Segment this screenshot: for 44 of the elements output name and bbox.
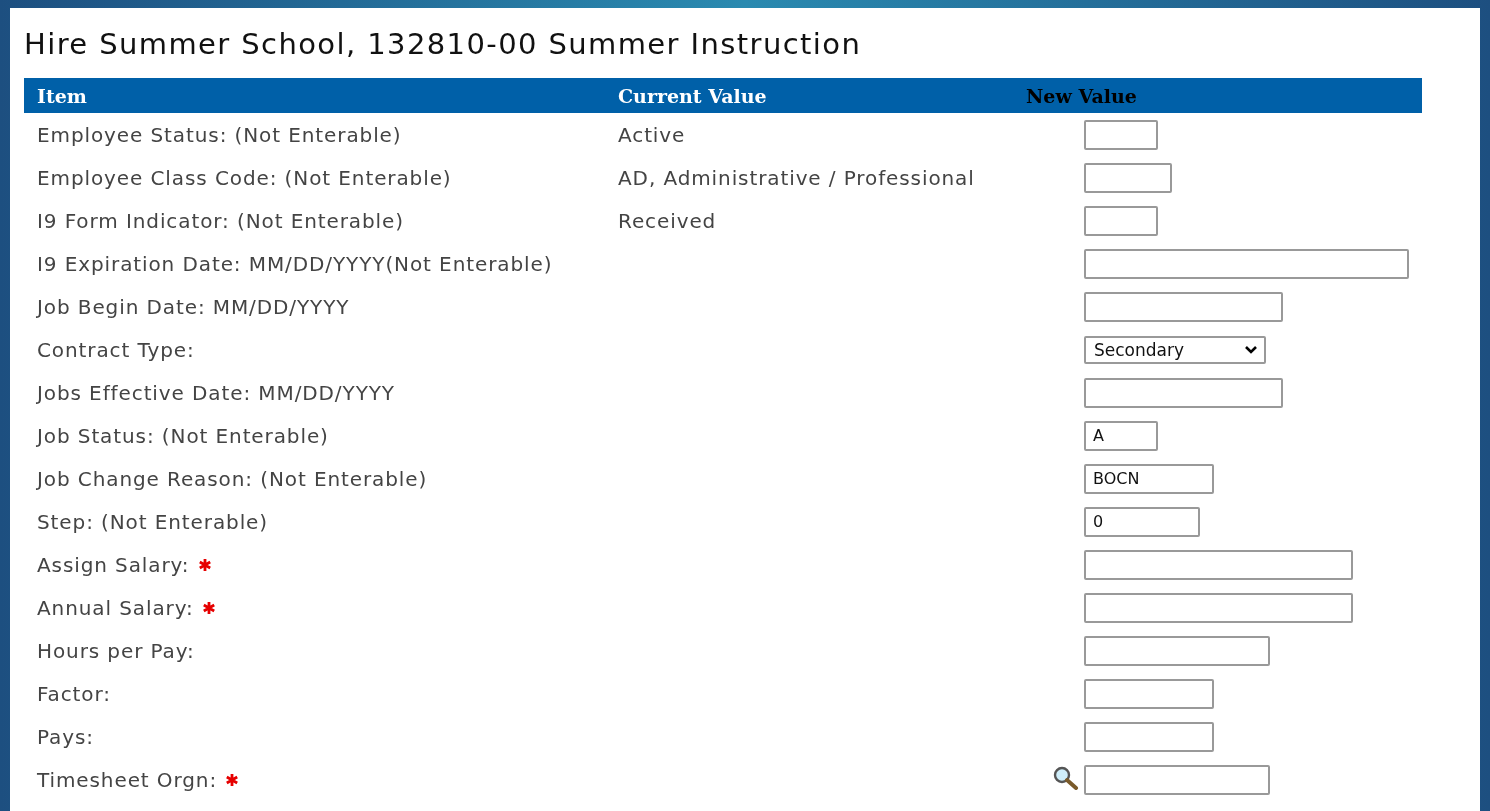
input-field[interactable] [1084,592,1353,623]
item-label: Employee Class Code: (Not Enterable) [36,165,452,190]
item-label: Hours per Pay: [36,638,195,663]
item-label: Timesheet Orgn: [24,767,240,792]
item-label: Job Begin Date: MM/DD/YYYY [35,294,350,319]
required-icon [201,600,216,615]
item-label: Employee Status: (Not Enterable) [36,122,402,147]
current-value: AD, Administrative / Professional [617,165,975,190]
input-field[interactable] [1084,721,1214,752]
required-icon [197,557,212,572]
item-label: Pays: [36,724,94,749]
page-title: Hire Summer School, 132810-00 Summer Instruction [24,26,863,62]
current-value: Active [617,122,686,147]
item-label: Job Status: (Not Enterable) [35,423,329,448]
item-label: Contract Type: [36,337,195,362]
item-label: I9 Expiration Date: MM/DD/YYYY(Not Enterable) [36,251,553,276]
item-label: Annual Salary: [24,595,216,620]
input-field[interactable] [1084,205,1158,236]
input-field[interactable] [1084,248,1409,279]
input-field[interactable]: BOCN [1084,463,1214,494]
item-label: Factor: [36,681,111,706]
item-label: I9 Form Indicator: (Not Enterable) [36,208,404,233]
current-value: Received [617,208,717,233]
search-icon[interactable] [1052,765,1080,790]
input-field[interactable] [1084,678,1214,709]
input-field[interactable] [1084,291,1283,322]
input-field[interactable] [1084,635,1270,666]
input-field[interactable] [1084,549,1353,580]
input-field[interactable] [1084,377,1283,408]
dropdown[interactable]: Secondary [1084,335,1266,364]
input-field[interactable] [1084,119,1158,150]
input-field[interactable] [1084,764,1270,795]
required-icon [225,772,240,787]
item-label: Assign Salary: [24,552,212,577]
column-header: Current Value [617,84,767,107]
item-label: Step: (Not Enterable) [36,509,269,534]
input-field[interactable] [1084,162,1172,193]
item-label: Job Change Reason: (Not Enterable) [35,466,428,491]
column-header: New Value [1025,84,1137,107]
input-field[interactable]: 0 [1084,506,1200,537]
input-field[interactable]: A [1084,420,1158,451]
item-label: Jobs Effective Date: MM/DD/YYYY [35,380,395,405]
column-header: Item [36,84,87,107]
chevron-icon [1244,344,1258,355]
